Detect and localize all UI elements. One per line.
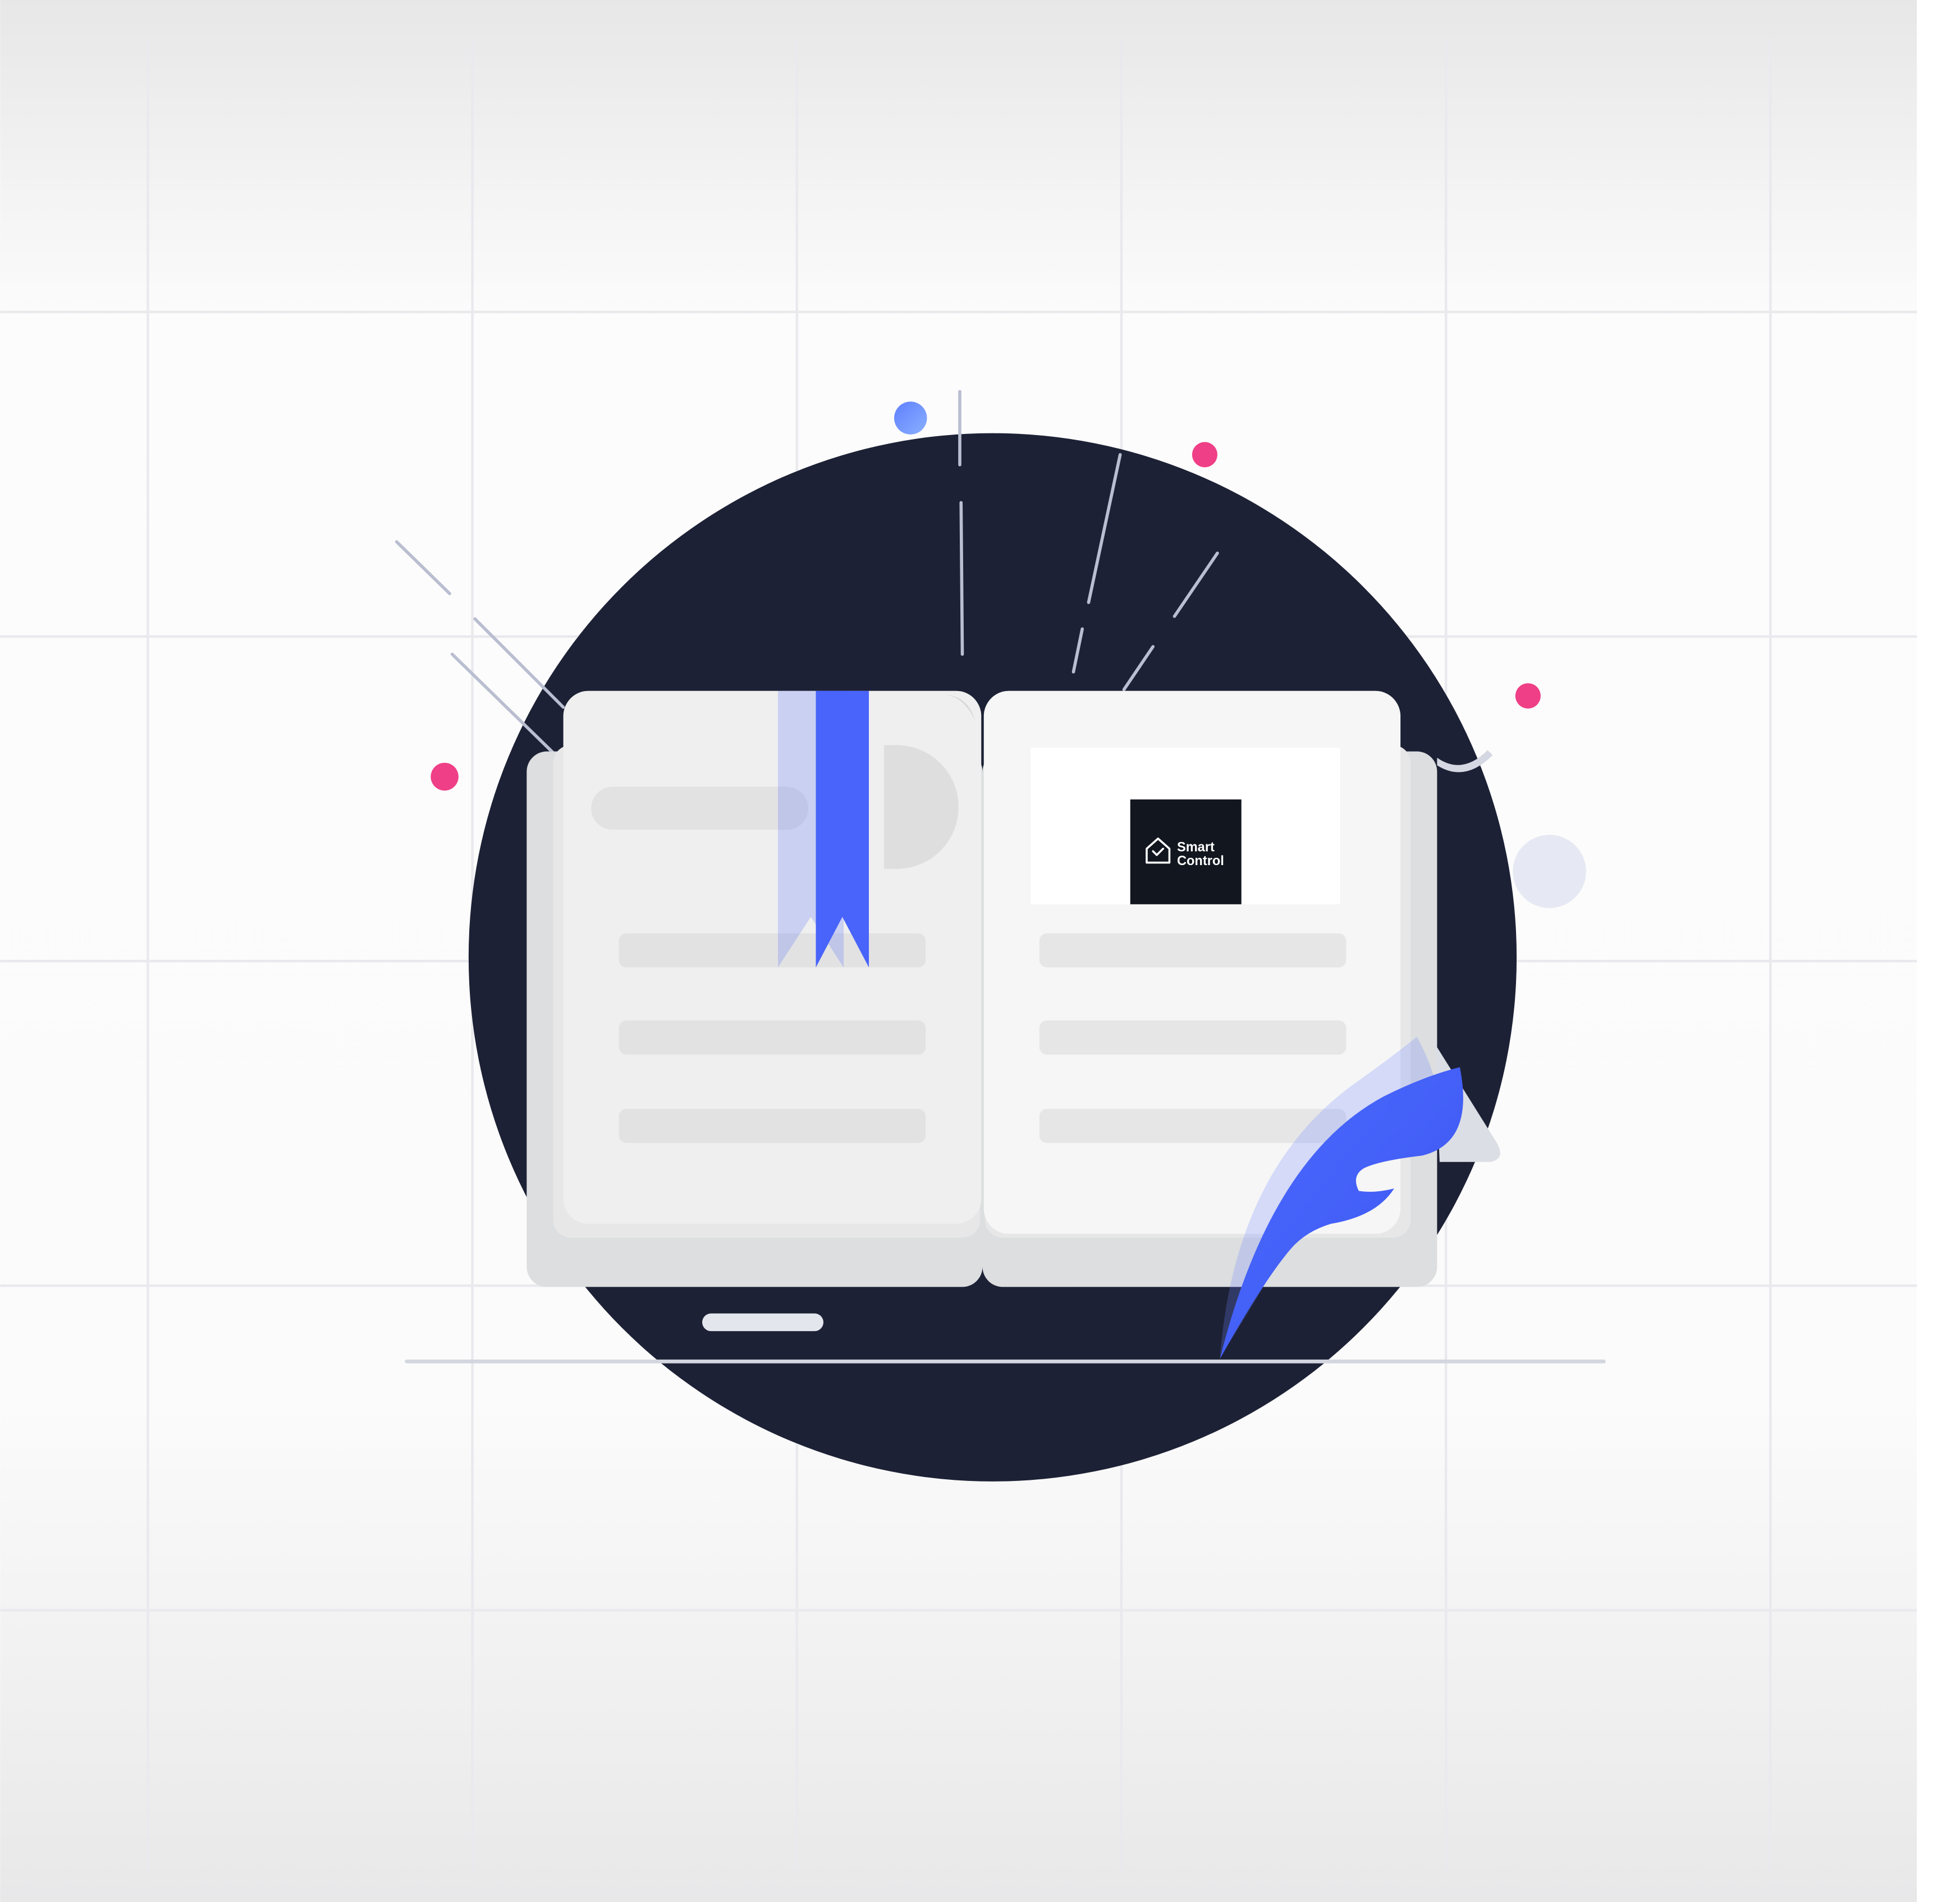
- pink-dot: [431, 762, 459, 791]
- pale-dot: [1513, 835, 1586, 908]
- pink-dot: [1515, 683, 1541, 709]
- illustration-canvas: Smart Control: [0, 0, 1960, 1902]
- blue-dot: [894, 401, 927, 435]
- logo-line-1: Smart: [1177, 840, 1215, 854]
- right-margin: [1917, 0, 1960, 1902]
- bookmark-ribbon: [778, 691, 869, 968]
- pink-dot: [1192, 442, 1217, 468]
- smart-control-logo: Smart Control: [1130, 799, 1242, 904]
- logo-line-2: Control: [1177, 854, 1224, 868]
- book-shadow-bar: [702, 1313, 824, 1332]
- book-illustration: Smart Control: [0, 0, 1960, 1902]
